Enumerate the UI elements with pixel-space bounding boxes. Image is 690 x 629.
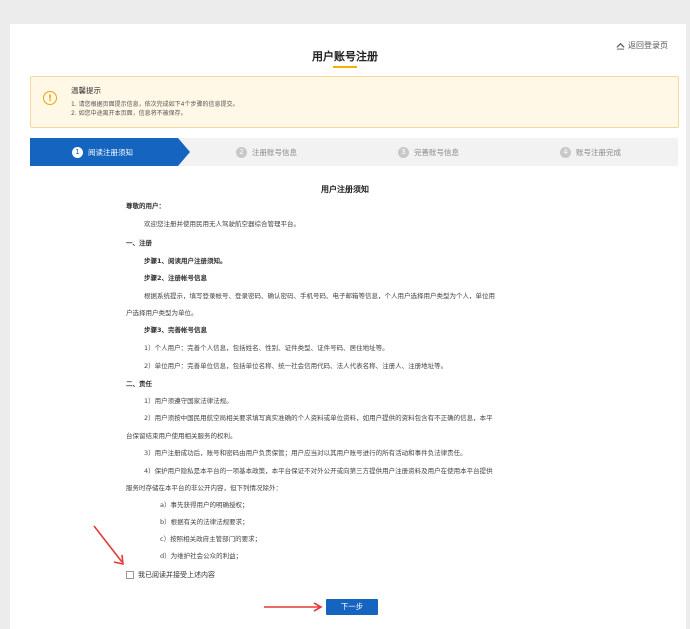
intro-text: 欢迎您注册并使用民用无人驾驶航空器综合管理平台。 [144, 220, 300, 228]
paragraph-line: 台保留结束用户使用相关服务的权利。 [126, 432, 237, 440]
next-button[interactable]: 下一步 [326, 599, 378, 615]
paragraph-line: 2）用户须按中国民用航空局相关要求填写真实准确的个人资料或单位资料，如用户提供的… [144, 414, 493, 422]
step-3: 3 完善账号信息 [398, 138, 459, 166]
paragraph-line: 1）个人用户：完善个人信息，包括姓名、性别、证件类型、证件号码、居住地址等。 [144, 344, 389, 352]
step-number: 4 [560, 146, 571, 158]
notice-line: 2. 如您中途离开本页面，信息将不被保存。 [71, 110, 187, 117]
step-heading: 步骤3、完善帐号信息 [144, 326, 208, 334]
paragraph-line: 3）用户注册成功后，账号和密码由用户负责保管；用户应当对以其用户账号进行的所有活… [144, 449, 467, 457]
page-title: 用户账号注册 [312, 50, 378, 63]
step-label: 账号注册完成 [576, 147, 621, 157]
step-progress-bar: 1 阅读注册须知 2 注册账号信息 3 完善账号信息 4 账号注册完成 [30, 138, 678, 166]
section-heading: 二、责任 [126, 380, 152, 388]
step-number: 3 [398, 146, 409, 158]
agreement-row[interactable]: 我已阅读并接受上述内容 [126, 570, 215, 580]
step-heading: 步骤1、阅读用户注册须知。 [144, 257, 227, 265]
step-label: 完善账号信息 [414, 147, 459, 157]
paragraph-line: 户选择用户类型为单位。 [126, 309, 198, 317]
title-underline [333, 66, 357, 68]
paragraph-line: 服务时存储在本平台的非公开内容，但下列情况除外： [126, 484, 282, 492]
paragraph-line: 根据系统提示，填写登录帐号、登录密码、确认密码、手机号码、电子邮箱等信息，个人用… [144, 292, 495, 300]
top-bar [0, 0, 690, 24]
paragraph-line: a）事先获得用户的明确授权； [160, 501, 249, 509]
paragraph-line: b）根据有关的法律法规要求； [160, 518, 249, 526]
paragraph-line: d）为维护社会公众的利益； [160, 552, 243, 560]
agreement-label: 我已阅读并接受上述内容 [138, 571, 215, 579]
annotation-arrow-icon [93, 525, 124, 566]
greeting: 尊敬的用户： [126, 202, 165, 210]
section-heading: 一、注册 [126, 239, 152, 247]
step-4: 4 账号注册完成 [560, 138, 621, 166]
paragraph-line: 2）单位用户：完善单位信息，包括单位名称、统一社会信用代码、法人代表名称、注册人… [144, 362, 448, 370]
step-1: 1 阅读注册须知 [72, 138, 133, 166]
agreement-checkbox[interactable] [126, 571, 134, 579]
notice-title: 温馨提示 [71, 86, 101, 95]
paragraph-line: 4）保护用户隐私是本平台的一项基本政策，本平台保证不对外公开或向第三方提供用户注… [144, 467, 493, 475]
step-label: 注册账号信息 [252, 147, 297, 157]
notice-box: ! 温馨提示 1. 请您根据页面提示信息，依次完成如下4个步骤的信息提交。 2.… [30, 76, 679, 128]
annotation-arrow-icon [264, 602, 323, 612]
paragraph-line: c）按照相关政府主管部门的要求； [160, 535, 262, 543]
step-number: 1 [72, 146, 83, 158]
step-number: 2 [236, 146, 247, 158]
paragraph-line: 1）用户须遵守国家法律法规。 [144, 397, 233, 405]
step-2: 2 注册账号信息 [236, 138, 297, 166]
step-label: 阅读注册须知 [88, 147, 133, 157]
notice-line: 1. 请您根据页面提示信息，依次完成如下4个步骤的信息提交。 [71, 101, 239, 108]
exclamation-icon: ! [43, 91, 57, 105]
document-title: 用户注册须知 [321, 185, 369, 194]
step-heading: 步骤2、注册帐号信息 [144, 274, 208, 282]
